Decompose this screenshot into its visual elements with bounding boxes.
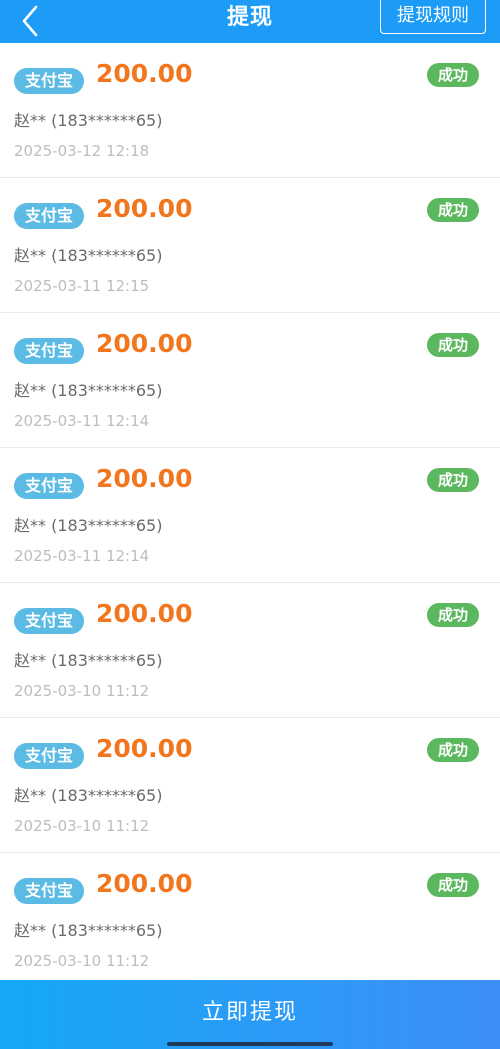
status-badge: 成功 <box>427 603 479 627</box>
amount: 200.00 <box>96 464 193 493</box>
account-info: 赵** (183******65) <box>14 651 163 670</box>
top-bar: 提现 提现规则 <box>0 0 500 48</box>
withdraw-record-list: 支付宝 200.00 成功 赵** (183******65) 2025-03-… <box>0 43 500 988</box>
withdraw-record[interactable]: 支付宝 200.00 成功 赵** (183******65) 2025-03-… <box>0 853 500 988</box>
channel-badge: 支付宝 <box>14 743 84 769</box>
amount: 200.00 <box>96 734 193 763</box>
account-info: 赵** (183******65) <box>14 516 163 535</box>
withdraw-now-button[interactable]: 立即提现 <box>0 980 500 1049</box>
channel-badge: 支付宝 <box>14 473 84 499</box>
timestamp: 2025-03-10 11:12 <box>14 817 150 835</box>
status-badge: 成功 <box>427 198 479 222</box>
home-indicator <box>167 1042 333 1046</box>
status-badge: 成功 <box>427 63 479 87</box>
account-info: 赵** (183******65) <box>14 786 163 805</box>
channel-badge: 支付宝 <box>14 203 84 229</box>
amount: 200.00 <box>96 869 193 898</box>
withdraw-record[interactable]: 支付宝 200.00 成功 赵** (183******65) 2025-03-… <box>0 583 500 718</box>
account-info: 赵** (183******65) <box>14 381 163 400</box>
account-info: 赵** (183******65) <box>14 921 163 940</box>
timestamp: 2025-03-11 12:15 <box>14 277 150 295</box>
timestamp: 2025-03-10 11:12 <box>14 682 150 700</box>
status-badge: 成功 <box>427 873 479 897</box>
amount: 200.00 <box>96 59 193 88</box>
amount: 200.00 <box>96 599 193 628</box>
channel-badge: 支付宝 <box>14 338 84 364</box>
timestamp: 2025-03-10 11:12 <box>14 952 150 970</box>
withdraw-record[interactable]: 支付宝 200.00 成功 赵** (183******65) 2025-03-… <box>0 43 500 178</box>
withdraw-record[interactable]: 支付宝 200.00 成功 赵** (183******65) 2025-03-… <box>0 313 500 448</box>
timestamp: 2025-03-11 12:14 <box>14 547 150 565</box>
account-info: 赵** (183******65) <box>14 111 163 130</box>
account-info: 赵** (183******65) <box>14 246 163 265</box>
amount: 200.00 <box>96 194 193 223</box>
withdraw-record[interactable]: 支付宝 200.00 成功 赵** (183******65) 2025-03-… <box>0 718 500 853</box>
withdraw-record[interactable]: 支付宝 200.00 成功 赵** (183******65) 2025-03-… <box>0 178 500 313</box>
status-badge: 成功 <box>427 738 479 762</box>
status-badge: 成功 <box>427 468 479 492</box>
channel-badge: 支付宝 <box>14 878 84 904</box>
withdraw-page: 提现 提现规则 支付宝 200.00 成功 赵** (183******65) … <box>0 0 500 1049</box>
withdraw-record[interactable]: 支付宝 200.00 成功 赵** (183******65) 2025-03-… <box>0 448 500 583</box>
withdraw-rules-button[interactable]: 提现规则 <box>380 0 486 34</box>
channel-badge: 支付宝 <box>14 68 84 94</box>
channel-badge: 支付宝 <box>14 608 84 634</box>
status-badge: 成功 <box>427 333 479 357</box>
timestamp: 2025-03-11 12:14 <box>14 412 150 430</box>
timestamp: 2025-03-12 12:18 <box>14 142 150 160</box>
amount: 200.00 <box>96 329 193 358</box>
